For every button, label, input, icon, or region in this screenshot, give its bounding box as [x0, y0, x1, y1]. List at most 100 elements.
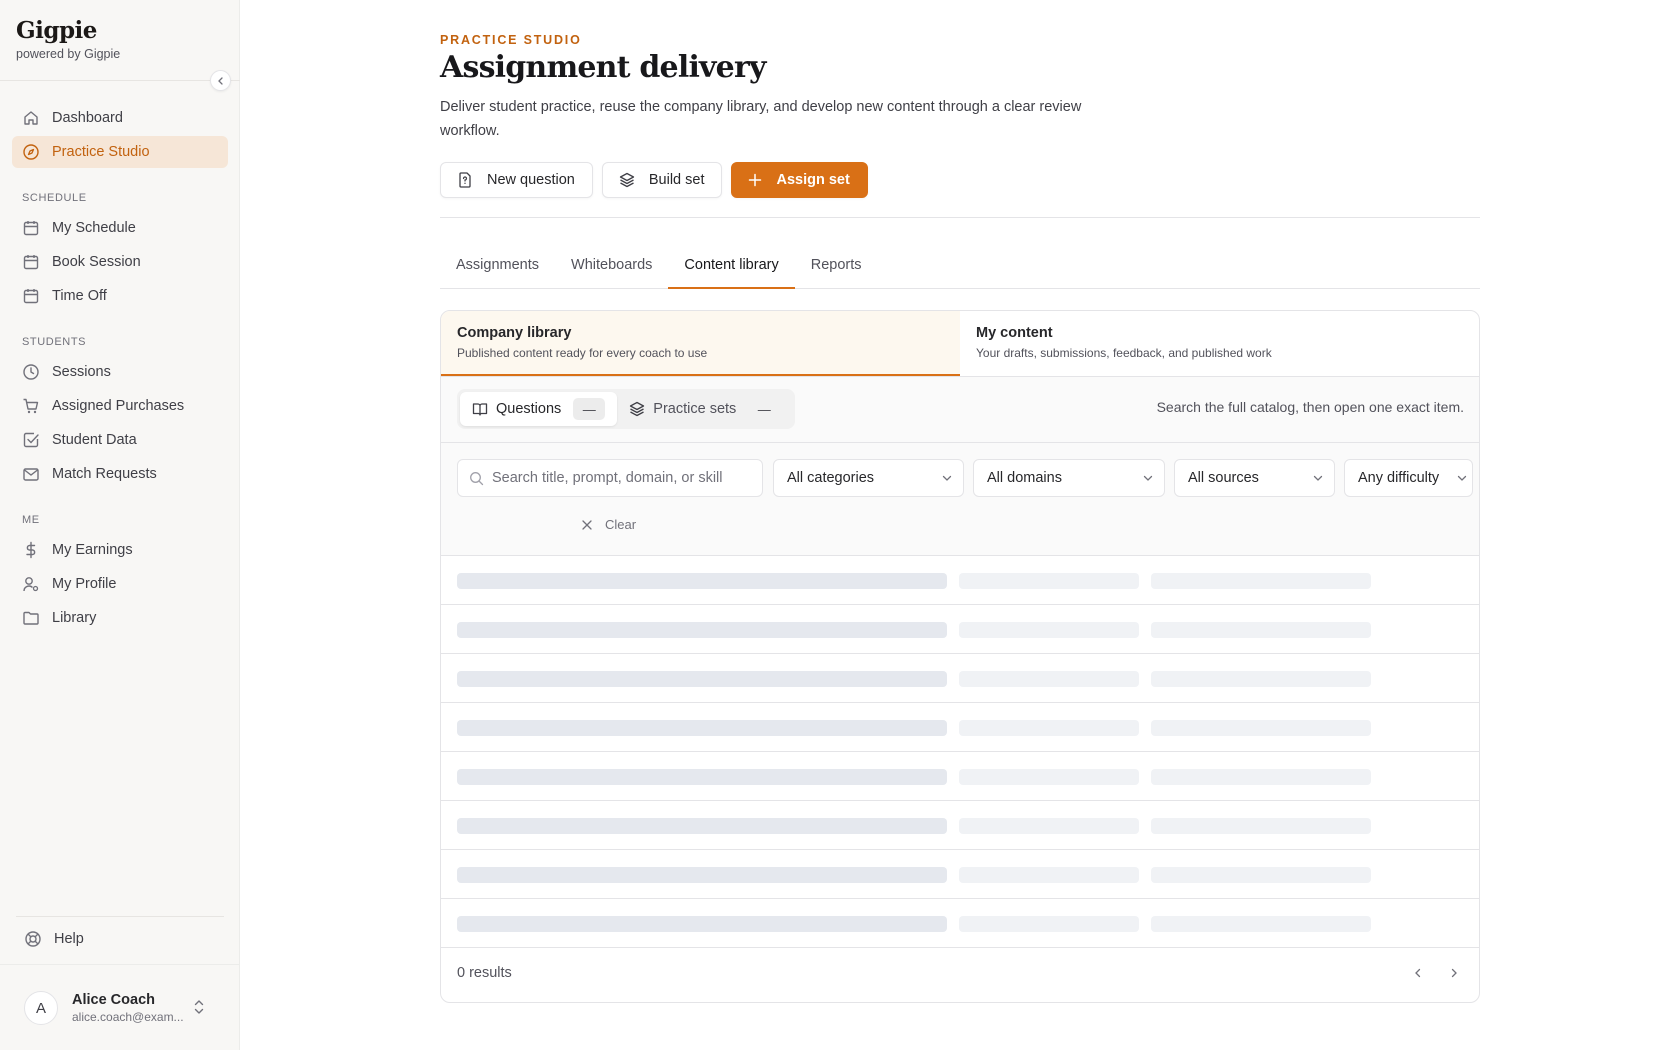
previous-page-button[interactable]	[1407, 960, 1429, 986]
practice-sets-label: Practice sets	[653, 401, 737, 417]
page-description: Deliver student practice, reuse the comp…	[440, 99, 1082, 139]
company-library-title: Company library	[457, 325, 572, 341]
sidebar-item-library[interactable]: Library	[12, 602, 228, 634]
content-type-toggle: Questions — Practice sets —	[457, 389, 796, 429]
sidebar: Gigpie powered by Gigpie Dashboard Pract…	[0, 0, 240, 1050]
calendar-icon	[22, 253, 40, 271]
skeleton-row	[441, 752, 1479, 801]
sidebar-item-my-schedule[interactable]: My Schedule	[12, 212, 228, 244]
domain-select[interactable]: All domains	[973, 459, 1165, 497]
chevron-left-icon	[1415, 968, 1421, 978]
sidebar-item-label: My Profile	[52, 576, 117, 592]
help-link[interactable]: Help	[24, 930, 84, 948]
sidebar-item-label: Library	[52, 610, 97, 626]
sidebar-item-sessions[interactable]: Sessions	[12, 356, 228, 388]
build-set-label: Build set	[648, 172, 705, 188]
skeleton-row	[441, 850, 1479, 899]
chevron-down-icon	[1456, 472, 1468, 484]
clock-icon	[22, 363, 40, 381]
tab-content-library[interactable]: Content library	[668, 248, 795, 289]
brand: Gigpie powered by Gigpie	[16, 17, 120, 61]
tab-assignments[interactable]: Assignments	[440, 248, 555, 289]
sidebar-section-title: ME	[22, 514, 40, 526]
tab-reports[interactable]: Reports	[795, 248, 878, 289]
collapse-sidebar-button[interactable]	[210, 70, 231, 91]
my-content-subtitle: Your drafts, submissions, feedback, and …	[976, 346, 1272, 360]
results-count: 0 results	[457, 965, 512, 981]
difficulty-select[interactable]: Any difficulty	[1344, 459, 1473, 497]
clear-filters-label: Clear	[605, 517, 637, 532]
company-library-subtitle: Published content ready for every coach …	[457, 346, 708, 360]
sidebar-item-my-profile[interactable]: My Profile	[12, 568, 228, 600]
domain-select-value: All domains	[987, 470, 1062, 486]
page-title: Assignment delivery	[440, 50, 766, 85]
sidebar-item-match-requests[interactable]: Match Requests	[12, 458, 228, 490]
search-field	[457, 459, 763, 497]
build-set-button[interactable]: Build set	[601, 162, 723, 198]
difficulty-select-value: Any difficulty	[1358, 470, 1440, 486]
sidebar-item-time-off[interactable]: Time Off	[12, 280, 228, 312]
chevron-left-icon	[217, 76, 223, 85]
file-question-icon	[457, 172, 473, 188]
chevron-down-icon	[1312, 472, 1324, 484]
sidebar-item-label: Match Requests	[52, 466, 157, 482]
source-select-value: All sources	[1188, 470, 1259, 486]
chevrons-up-down-icon	[192, 999, 206, 1020]
sidebar-item-label: Practice Studio	[52, 144, 150, 160]
dollar-icon	[22, 541, 40, 559]
help-label: Help	[54, 931, 84, 947]
book-open-icon	[472, 401, 488, 417]
new-question-label: New question	[487, 172, 575, 188]
compass-icon	[22, 143, 40, 161]
new-question-button[interactable]: New question	[440, 162, 593, 198]
calendar-icon	[22, 219, 40, 237]
home-icon	[22, 109, 40, 127]
close-icon	[581, 519, 593, 531]
skeleton-row	[441, 801, 1479, 850]
divider	[0, 80, 240, 81]
questions-label: Questions	[496, 401, 562, 417]
action-toolbar: New question Build set Assign set	[440, 162, 868, 198]
sidebar-item-assigned-purchases[interactable]: Assigned Purchases	[12, 390, 228, 422]
next-page-button[interactable]	[1443, 960, 1465, 986]
filter-bar: All categories All domains All sources A…	[441, 443, 1479, 556]
sidebar-item-my-earnings[interactable]: My Earnings	[12, 534, 228, 566]
brand-subtitle: powered by Gigpie	[16, 47, 121, 61]
user-menu[interactable]: A Alice Coach alice.coach@exam...	[16, 980, 224, 1036]
results-table	[441, 556, 1479, 948]
company-library-tab[interactable]: Company library Published content ready …	[441, 311, 960, 376]
assign-set-button[interactable]: Assign set	[731, 162, 868, 198]
catalog-hint: Search the full catalog, then open one e…	[1156, 399, 1464, 415]
chevron-down-icon	[1142, 472, 1154, 484]
plus-icon	[748, 173, 762, 187]
sidebar-item-book-session[interactable]: Book Session	[12, 246, 228, 278]
tab-whiteboards[interactable]: Whiteboards	[555, 248, 668, 289]
questions-count-badge: —	[573, 398, 606, 420]
tab-bar: Assignments Whiteboards Content library …	[440, 248, 1480, 289]
chevron-down-icon	[941, 472, 953, 484]
sidebar-item-student-data[interactable]: Student Data	[12, 424, 228, 456]
sidebar-item-practice-studio[interactable]: Practice Studio	[12, 136, 228, 168]
sidebar-item-dashboard[interactable]: Dashboard	[12, 102, 228, 134]
pagination	[1407, 960, 1465, 986]
divider	[0, 964, 240, 965]
brand-name: Gigpie	[16, 17, 97, 44]
source-select[interactable]: All sources	[1174, 459, 1335, 497]
sidebar-item-label: My Schedule	[52, 220, 136, 236]
skeleton-row	[441, 703, 1479, 752]
user-name: Alice Coach	[72, 992, 155, 1008]
table-footer: 0 results	[441, 946, 1479, 1002]
clear-filters-button[interactable]: Clear	[581, 517, 636, 532]
my-content-tab[interactable]: My content Your drafts, submissions, fee…	[960, 311, 1479, 376]
content-library-panel: Company library Published content ready …	[440, 310, 1480, 1003]
sidebar-section-title: SCHEDULE	[22, 192, 87, 204]
cart-icon	[22, 397, 40, 415]
checkbox-icon	[22, 431, 40, 449]
skeleton-row	[441, 556, 1479, 605]
search-input[interactable]	[492, 470, 752, 486]
category-select[interactable]: All categories	[773, 459, 964, 497]
divider	[440, 217, 1480, 218]
questions-toggle[interactable]: Questions —	[460, 392, 618, 426]
skeleton-row	[441, 899, 1479, 948]
practice-sets-toggle[interactable]: Practice sets —	[617, 392, 792, 426]
